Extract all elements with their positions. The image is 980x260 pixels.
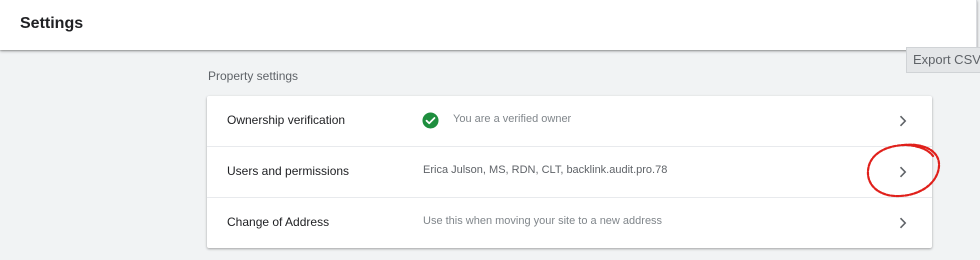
row-label: Change of Address [227,215,330,229]
page-title: Settings [20,15,84,32]
row-label: Ownership verification [227,113,346,127]
property-settings-card: Ownership verification You are a verifie… [207,96,932,248]
settings-page: Settings Export CSV Property settings Ow… [0,0,980,260]
chevron-right-icon[interactable] [899,115,907,127]
row-value: Erica Julson, MS, RDN, CLT, backlink.aud… [423,164,668,176]
header-bar: Settings [0,0,977,50]
row-value: Use this when moving your site to a new … [423,215,663,227]
check-circle-icon [422,112,439,129]
users-and-permissions-row[interactable]: Users and permissions Erica Julson, MS, … [207,147,932,197]
export-csv-button[interactable]: Export CSV [906,47,980,73]
chevron-right-icon[interactable] [899,166,907,178]
row-value: You are a verified owner [453,113,572,125]
section-label: Property settings [208,69,299,83]
chevron-right-icon[interactable] [899,217,907,229]
change-of-address-row[interactable]: Change of Address Use this when moving y… [207,198,932,248]
ownership-verification-row[interactable]: Ownership verification You are a verifie… [207,96,932,146]
row-label: Users and permissions [227,164,350,178]
